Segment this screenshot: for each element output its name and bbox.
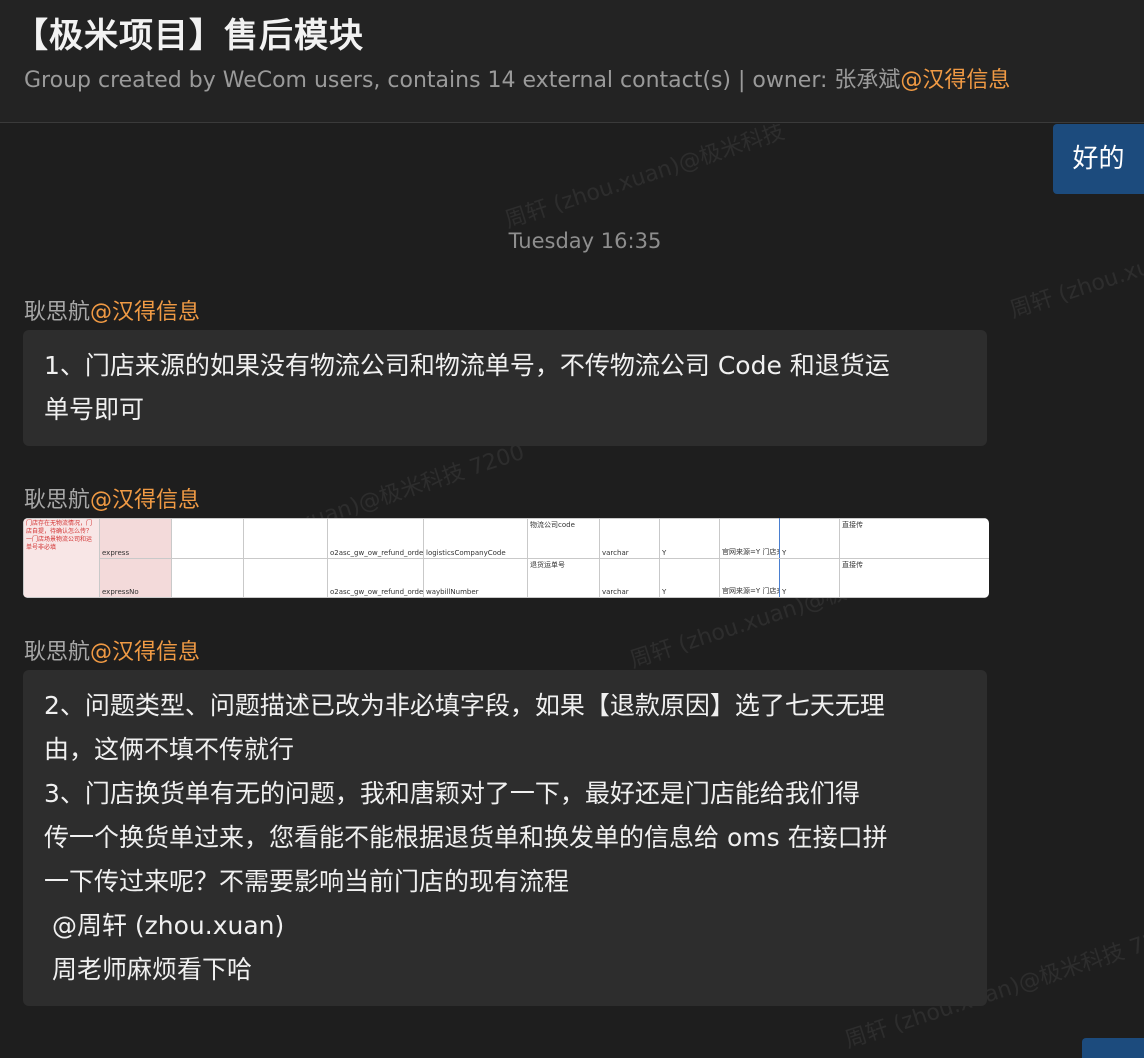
message-sender: 耿思航@汉得信息 [24,482,200,514]
message-line: 1、门店来源的如果没有物流公司和物流单号，不传物流公司 Code 和退货运 [44,351,890,380]
sheet-cell: varchar [599,518,660,559]
sheet-cell: waybillNumber [423,557,528,598]
message-line: 由，这俩不填不传就行 [44,735,295,764]
sheet-cell: express [99,518,172,559]
watermark: 周轩 (zhou.xuan)@极米科技 7200 [1006,190,1144,324]
spreadsheet-screenshot: 门店存在无物流情况，门店自提，待确认怎么传？一门店场景物流公司和运单号非必填 e… [23,518,989,598]
sheet-cell: o2asc_gw_ow_refund_order [327,518,424,559]
sheet-cell: 官网来源=Y 门店来源=N [719,518,780,559]
sheet-cell: Y [779,557,840,598]
sender-name: 耿思航 [24,640,91,665]
sheet-cell: 物流公司code [527,518,600,559]
sheet-cell [171,518,244,559]
sheet-cell: 直接传 [839,557,989,598]
message-bubble[interactable]: 1、门店来源的如果没有物流公司和物流单号，不传物流公司 Code 和退货运 单号… [23,330,987,446]
sheet-cell: 退货运单号 [527,557,600,598]
sheet-cell: Y [659,518,720,559]
sheet-cell [243,557,328,598]
own-message-bubble-partial[interactable] [1082,1038,1144,1058]
sheet-cell [243,518,328,559]
watermark: 周轩 (zhou.xuan)@极米科技 [501,124,788,234]
message-line: 周老师麻烦看下哈 [44,955,252,984]
sheet-cell: 直接传 [839,518,989,559]
message-line: 2、问题类型、问题描述已改为非必填字段，如果【退款原因】选了七天无理 [44,691,885,720]
message-line: 3、门店换货单有无的问题，我和唐颖对了一下，最好还是门店能给我们得 [44,779,860,808]
message-sender: 耿思航@汉得信息 [24,634,200,666]
sheet-cell: Y [659,557,720,598]
message-line: 一下传过来呢？不需要影响当前门店的现有流程 [44,867,570,896]
sender-org: @汉得信息 [90,488,201,513]
sheet-cell: expressNo [99,557,172,598]
message-line: 传一个换货单过来，您看能不能根据退货单和换发单的信息给 oms 在接口拼 [44,823,888,852]
message-bubble[interactable]: 2、问题类型、问题描述已改为非必填字段，如果【退款原因】选了七天无理 由，这俩不… [23,670,987,1006]
sheet-cell: o2asc_gw_ow_refund_order [327,557,424,598]
group-title: 【极米项目】售后模块 [14,16,364,56]
message-sender: 耿思航@汉得信息 [24,294,200,326]
sheet-cell: 官网来源=Y 门店来源=N [719,557,780,598]
group-subtitle: Group created by WeCom users, contains 1… [24,62,1010,94]
sender-org: @汉得信息 [90,640,201,665]
message-list[interactable]: 周轩 (zhou.xuan)@极米科技 周轩 (zhou.xuan)@极米科技 … [0,124,1144,1058]
wecom-chat-window: 【极米项目】售后模块 Group created by WeCom users,… [0,0,1144,1058]
message-timestamp: Tuesday 16:35 [508,229,662,253]
owner-org: @汉得信息 [900,68,1011,93]
sheet-cell: Y [779,518,840,559]
chat-header: 【极米项目】售后模块 Group created by WeCom users,… [0,0,1144,123]
sheet-cell: varchar [599,557,660,598]
sheet-note-cell: 门店存在无物流情况，门店自提，待确认怎么传？一门店场景物流公司和运单号非必填 [23,518,100,598]
mention-line[interactable]: @周轩 (zhou.xuan) [44,904,967,948]
sheet-cell [171,557,244,598]
sender-org: @汉得信息 [90,300,201,325]
sheet-cell: logisticsCompanyCode [423,518,528,559]
own-message-bubble[interactable]: 好的 [1053,124,1144,194]
sender-name: 耿思航 [24,488,91,513]
group-info-text: Group created by WeCom users, contains 1… [24,68,901,93]
message-line: 单号即可 [44,395,145,424]
sender-name: 耿思航 [24,300,91,325]
image-attachment[interactable]: 门店存在无物流情况，门店自提，待确认怎么传？一门店场景物流公司和运单号非必填 e… [23,518,989,598]
